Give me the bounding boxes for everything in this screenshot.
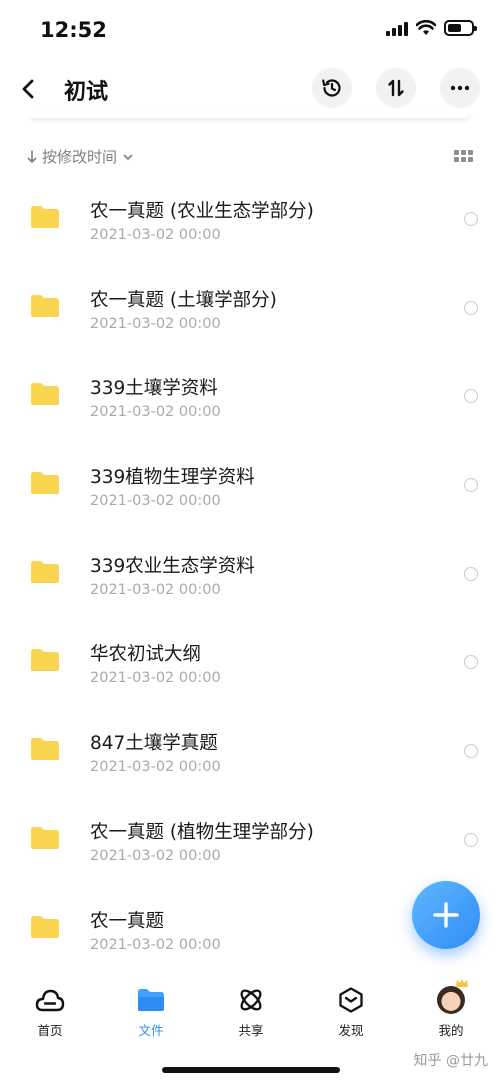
folder-icon [31,472,59,495]
folder-icon [31,206,59,228]
crown-icon [456,979,468,987]
share-atom-icon [240,989,262,1011]
file-date: 2021-03-02 00:00 [90,227,221,243]
select-radio[interactable] [464,566,478,581]
select-radio[interactable] [464,389,478,404]
file-name: 华农初试大纲 [90,644,202,666]
chevron-down-icon [123,154,133,160]
list-item[interactable]: 339农业生态学资料 2021-03-02 00:00 [0,530,500,619]
file-name: 农一真题 [90,910,165,932]
list-item[interactable]: 农一真题 (植物生理学部分) 2021-03-02 00:00 [0,796,500,885]
file-name: 847土壤学真题 [90,733,218,755]
folder-icon [138,989,164,1011]
back-icon[interactable] [16,75,42,103]
file-name: 农一真题 (农业生态学部分) [90,201,314,222]
history-button[interactable] [312,68,352,108]
file-date: 2021-03-02 00:00 [90,847,221,864]
tab-discover[interactable]: 发现 [311,984,391,1039]
add-button[interactable] [412,881,480,949]
more-button[interactable] [440,68,480,108]
list-item[interactable]: 339植物生理学资料 2021-03-02 00:00 [0,441,500,530]
page-title: 初试 [64,80,109,105]
history-icon [322,79,341,97]
sort-bar: 按修改时间 [0,140,500,172]
battery-icon [444,20,477,36]
file-date: 2021-03-02 00:00 [90,759,221,776]
avatar [437,979,468,1014]
status-time: 12:52 [40,18,107,42]
file-name: 农一真题 (土壤学部分) [90,289,277,311]
tab-label: 共享 [238,1023,264,1038]
select-radio[interactable] [464,478,478,493]
tab-label: 我的 [438,1023,464,1038]
watermark: 知乎 @廿九 [413,1053,488,1069]
folder-icon [31,738,59,761]
list-item[interactable]: 农一真题 (土壤学部分) 2021-03-02 00:00 [0,264,500,353]
tab-share[interactable]: 共享 [211,984,291,1039]
file-date: 2021-03-02 00:00 [90,315,221,332]
sort-label: 按修改时间 [42,148,118,166]
file-name: 339植物生理学资料 [90,467,255,489]
status-bar: 12:52 [0,0,500,60]
tab-label: 发现 [338,1023,364,1038]
sort-swap-icon [388,79,404,97]
more-icon [450,85,470,91]
grid-view-icon[interactable] [454,150,474,164]
list-item[interactable]: 339土壤学资料 2021-03-02 00:00 [0,352,500,441]
plus-icon [433,902,459,928]
arrow-down-icon [27,149,37,163]
tab-label: 文件 [138,1023,164,1038]
select-radio[interactable] [464,655,478,670]
sort-swap-button[interactable] [376,68,416,108]
folder-icon [31,560,59,583]
status-icons [386,20,477,36]
file-date: 2021-03-02 00:00 [90,493,221,510]
discover-icon [339,987,363,1013]
list-item[interactable]: 华农初试大纲 2021-03-02 00:00 [0,618,500,707]
header: 初试 [0,62,500,116]
file-date: 2021-03-02 00:00 [90,581,221,598]
file-name: 农一真题 (植物生理学部分) [90,821,314,843]
file-date: 2021-03-02 00:00 [90,404,221,421]
select-radio[interactable] [464,832,478,847]
select-radio[interactable] [464,212,478,226]
folder-icon [31,826,59,849]
tab-label: 首页 [37,1023,63,1038]
folder-icon [31,383,59,406]
select-radio[interactable] [464,300,478,315]
home-indicator [162,1067,340,1073]
sort-selector[interactable]: 按修改时间 [26,146,135,167]
tab-files[interactable]: 文件 [111,984,191,1039]
list-item[interactable]: 农一真题 (农业生态学部分) 2021-03-02 00:00 [0,175,500,264]
wifi-icon [416,20,436,35]
file-date: 2021-03-02 00:00 [90,670,221,687]
file-name: 339土壤学资料 [90,378,218,400]
folder-icon [31,915,59,938]
file-list: 农一真题 (农业生态学部分) 2021-03-02 00:00 农一真题 (土壤… [0,175,500,973]
file-date: 2021-03-02 00:00 [90,936,221,953]
file-name: 339农业生态学资料 [90,555,255,577]
list-item[interactable]: 847土壤学真题 2021-03-02 00:00 [0,707,500,796]
folder-icon [31,294,59,317]
header-divider [30,112,470,118]
tab-home[interactable]: 首页 [10,984,90,1039]
folder-icon [31,649,59,672]
tab-profile[interactable]: 我的 [411,979,491,1039]
home-cloud-icon [35,989,65,1012]
signal-icon [386,20,408,36]
select-radio[interactable] [464,744,478,759]
